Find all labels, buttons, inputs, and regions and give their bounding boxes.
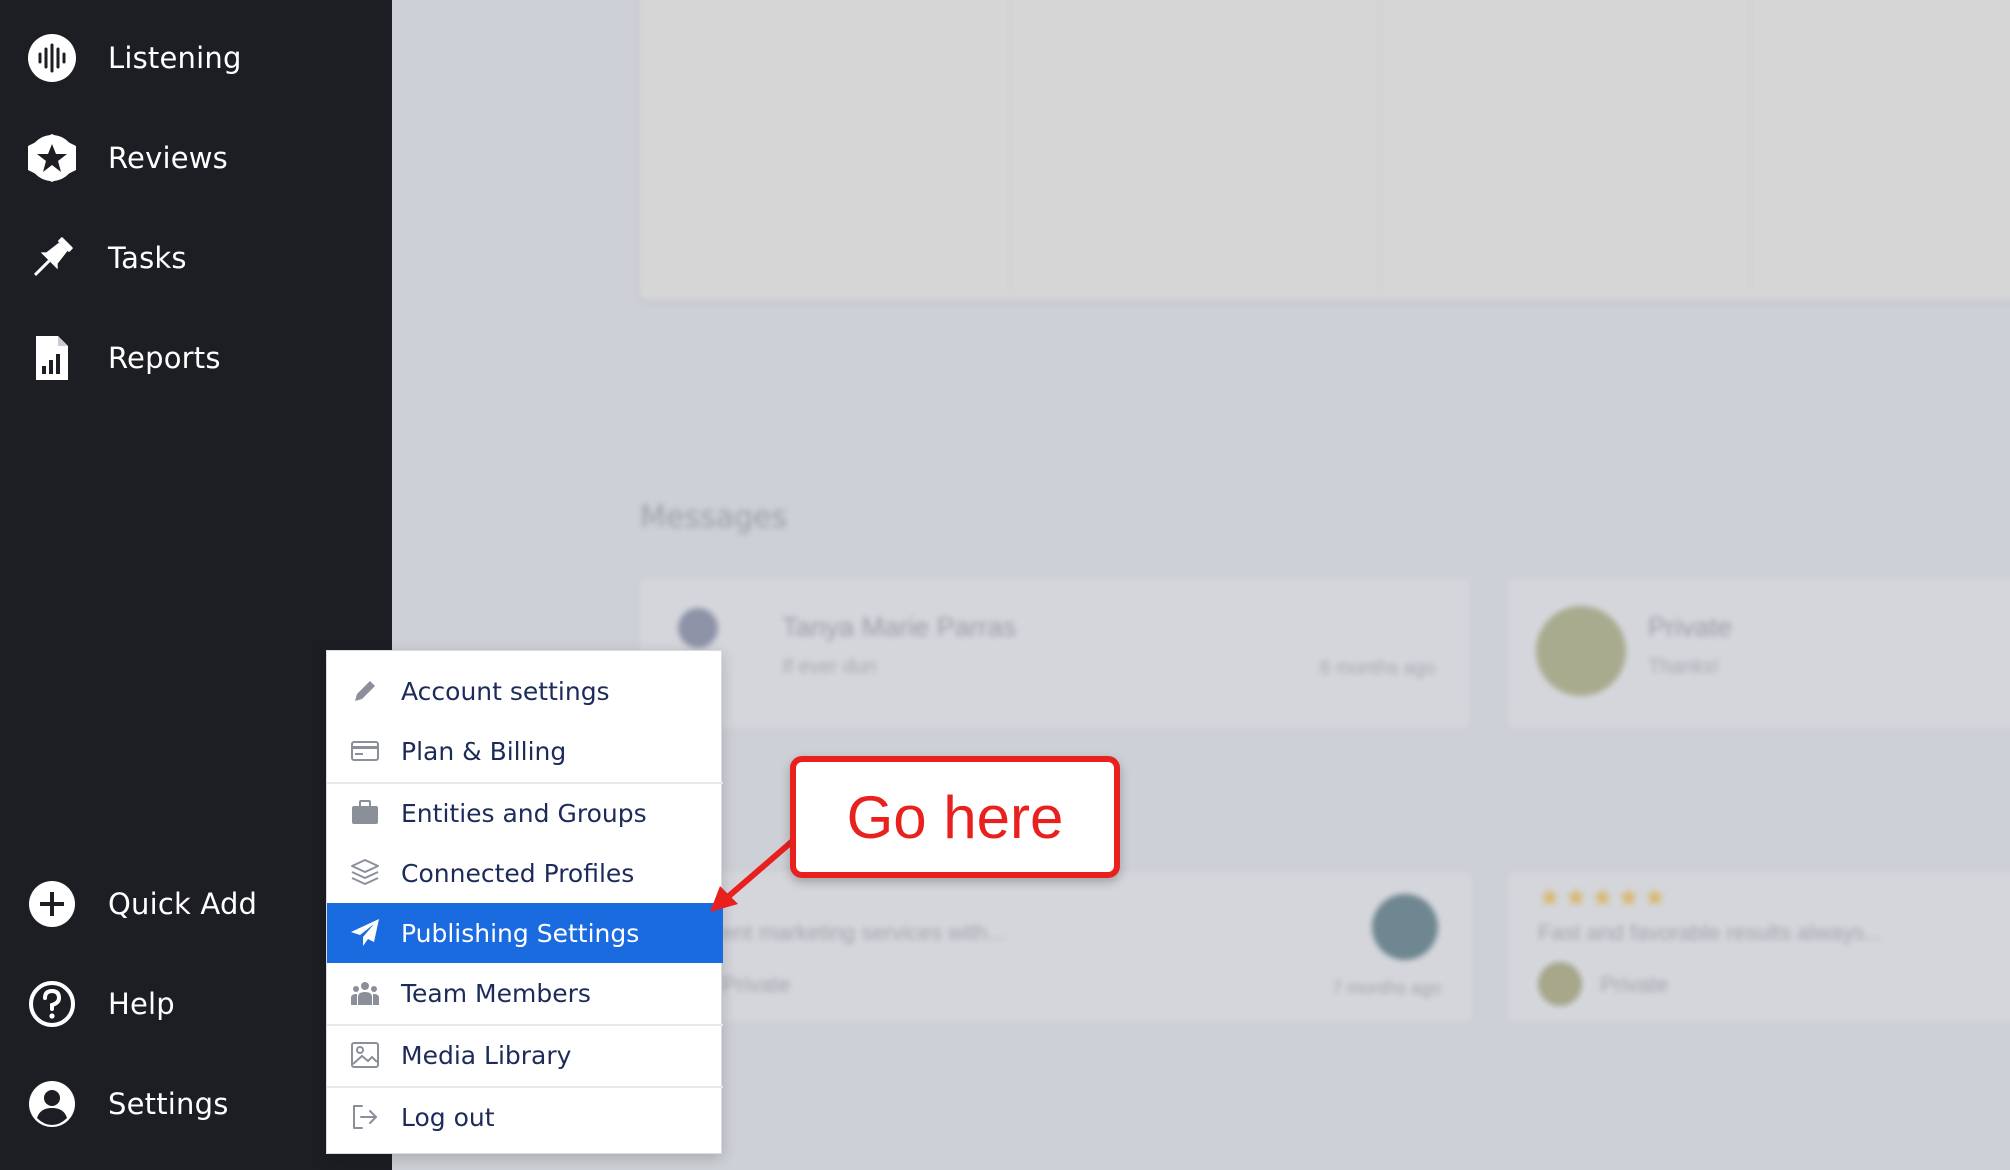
menu-item-label: Team Members	[401, 978, 591, 1008]
menu-item-label: Publishing Settings	[401, 918, 640, 948]
question-circle-icon	[26, 978, 78, 1030]
message-card: Tanya Marie Parras If ever dun 6 months …	[640, 578, 1470, 728]
menu-item-label: Log out	[401, 1102, 495, 1132]
menu-item-log-out[interactable]: Log out	[327, 1087, 723, 1147]
sidebar-item-help[interactable]: Help	[26, 972, 366, 1036]
plus-circle-icon	[26, 878, 78, 930]
review-time: 7 months ago	[1332, 978, 1442, 998]
message-card: Private Thanks!	[1508, 578, 2010, 728]
sidebar-item-label: Quick Add	[108, 887, 258, 921]
pushpin-icon	[26, 232, 78, 284]
menu-item-connected-profiles[interactable]: Connected Profiles	[327, 843, 723, 903]
review-stars: ★★★★★	[1538, 882, 1670, 912]
sidebar-item-settings[interactable]: Settings	[26, 1072, 366, 1136]
sidebar-item-label: Tasks	[108, 241, 187, 275]
briefcase-icon	[347, 795, 383, 831]
menu-item-plan-billing[interactable]: Plan & Billing	[327, 721, 723, 781]
menu-item-team-members[interactable]: Team Members	[327, 963, 723, 1023]
avatar	[1536, 606, 1626, 696]
review-text: Fast and favorable results always...	[1538, 920, 1883, 945]
callout-text: Go here	[846, 783, 1064, 851]
sidebar-item-label: Settings	[108, 1087, 229, 1121]
sidebar-item-label: Listening	[108, 41, 242, 75]
star-badge-icon	[26, 132, 78, 184]
credit-card-icon	[347, 733, 383, 769]
messages-section-title: Messages	[640, 500, 788, 535]
menu-item-label: Account settings	[401, 676, 610, 706]
review-text: ent marketing services with...	[722, 920, 1006, 945]
sidebar-item-label: Help	[108, 987, 175, 1021]
review-card: ent marketing services with... Private 7…	[712, 872, 1472, 1022]
menu-item-publishing-settings[interactable]: Publishing Settings	[327, 903, 723, 963]
menu-item-entities-groups[interactable]: Entities and Groups	[327, 783, 723, 843]
sidebar-item-label: Reports	[108, 341, 221, 375]
user-circle-icon	[26, 1078, 78, 1130]
avatar	[678, 608, 718, 648]
layers-icon	[347, 855, 383, 891]
pencil-icon	[347, 673, 383, 709]
avatar	[1372, 894, 1438, 960]
sidebar-item-tasks[interactable]: Tasks	[26, 226, 366, 290]
message-preview: Thanks!	[1648, 656, 1720, 678]
sidebar-item-label: Reviews	[108, 141, 228, 175]
users-icon	[347, 975, 383, 1011]
avatar	[1538, 962, 1582, 1006]
menu-item-account-settings[interactable]: Account settings	[327, 661, 723, 721]
message-time: 6 months ago	[1320, 658, 1436, 679]
menu-item-label: Media Library	[401, 1040, 572, 1070]
sidebar-item-listening[interactable]: Listening	[26, 26, 366, 90]
image-icon	[347, 1037, 383, 1073]
menu-item-label: Plan & Billing	[401, 736, 567, 766]
sidebar-item-reports[interactable]: Reports	[26, 326, 366, 390]
stats-panel	[640, 0, 2010, 300]
menu-item-media-library[interactable]: Media Library	[327, 1025, 723, 1085]
report-chart-icon	[26, 332, 78, 384]
settings-dropdown-menu: Account settings Plan & Billing Entities…	[326, 650, 723, 1154]
sidebar-item-quick-add[interactable]: Quick Add	[26, 872, 366, 936]
logout-icon	[347, 1099, 383, 1135]
menu-item-label: Entities and Groups	[401, 798, 647, 828]
waveform-icon	[26, 32, 78, 84]
review-author: Private	[722, 972, 791, 997]
review-card: ★★★★★ Fast and favorable results always.…	[1508, 872, 2010, 1022]
menu-item-label: Connected Profiles	[401, 858, 635, 888]
sidebar-item-reviews[interactable]: Reviews	[26, 126, 366, 190]
message-sender: Private	[1648, 612, 1733, 642]
paper-plane-icon	[347, 915, 383, 951]
message-preview: If ever dun	[782, 656, 877, 678]
annotation-callout: Go here	[790, 756, 1120, 878]
message-sender: Tanya Marie Parras	[782, 612, 1017, 642]
review-author: Private	[1600, 972, 1669, 997]
